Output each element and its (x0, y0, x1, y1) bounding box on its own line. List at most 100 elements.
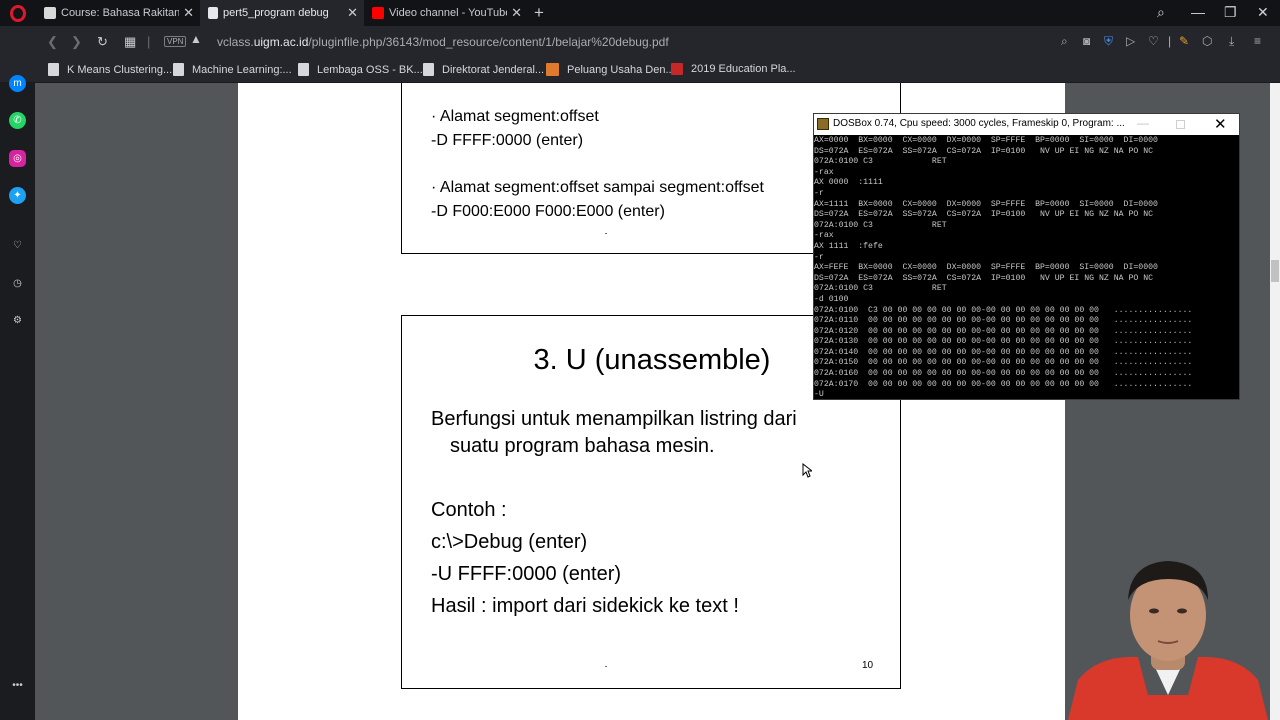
console-line: AX 1111 :fefe (814, 241, 883, 251)
mouse-cursor-icon (802, 463, 812, 478)
instagram-icon[interactable]: ◎ (9, 150, 26, 167)
bookmark-lembaga-oss[interactable]: Lembaga OSS - BK... (298, 63, 423, 76)
snapshot-icon[interactable]: ◙ (1083, 34, 1090, 48)
console-line: 072A:0150 00 00 00 00 00 00 00 00-00 00 … (814, 358, 1193, 368)
close-icon[interactable]: ✕ (511, 5, 522, 21)
download-icon[interactable]: ⤓ (1229, 34, 1234, 49)
slide-text: -D FFFF:0000 (enter) (431, 132, 584, 149)
new-tab-button[interactable]: + (534, 3, 544, 23)
slide-text: -D F000:E000 F000:E000 (enter) (431, 203, 665, 220)
console-line: 072A:0160 00 00 00 00 00 00 00 00-00 00 … (814, 369, 1193, 379)
console-line: DS=072A ES=072A SS=072A CS=072A IP=0100 … (814, 273, 1154, 283)
console-line: 072A:0140 00 00 00 00 00 00 00 00-00 00 … (814, 347, 1193, 357)
console-line: DS=072A ES=072A SS=072A CS=072A IP=0100 … (814, 210, 1154, 220)
youtube-icon (372, 7, 384, 19)
close-icon[interactable]: ✕ (347, 5, 358, 21)
moodle-icon (44, 7, 56, 19)
address-bar: ❮ ❯ ↻ ▦ | VPN ▲ vclass.uigm.ac.id/plugin… (0, 26, 1280, 57)
url-prefix: vclass. (217, 35, 254, 49)
dosbox-console[interactable]: AX=0000 BX=0000 CX=0000 DX=0000 SP=FFFE … (814, 135, 1239, 399)
console-line: AX 0000 :1111 (814, 178, 883, 188)
console-line: 072A:0120 00 00 00 00 00 00 00 00-00 00 … (814, 326, 1193, 336)
bookmarks-bar: K Means Clustering... Machine Learning:.… (0, 57, 1280, 83)
heart-icon[interactable]: ♡ (9, 237, 26, 254)
p-logo-icon (671, 63, 683, 75)
scrollbar-thumb[interactable] (1271, 260, 1279, 282)
browser-window: Course: Bahasa Rakitan (Ka ✕ pert5_progr… (0, 0, 1280, 720)
bookmark-label: K Means Clustering... (67, 63, 173, 76)
slide-text: Hasil : import dari sidekick ke text ! (431, 595, 739, 617)
console-line: AX=0000 BX=0000 CX=0000 DX=0000 SP=FFFE … (814, 136, 1158, 145)
tab-grid-icon[interactable]: ▦ (124, 34, 136, 50)
extension-icon[interactable]: ✎ (1179, 34, 1189, 48)
slide-text: Contoh : (431, 499, 507, 521)
bookmark-k-means[interactable]: K Means Clustering... (48, 63, 172, 76)
restore-button[interactable]: ❐ (1224, 4, 1237, 21)
forward-button[interactable]: ❯ (71, 34, 82, 50)
bookmark-2019-education[interactable]: 2019 Education Pla... (671, 63, 796, 75)
image-icon (546, 63, 559, 76)
console-line: 072A:0130 00 00 00 00 00 00 00 00-00 00 … (814, 337, 1193, 347)
send-icon[interactable]: ▷ (1126, 34, 1135, 48)
divider-dot (605, 666, 607, 667)
tab-label: pert5_program debug (223, 7, 329, 19)
bookmark-label: Peluang Usaha Den... (567, 63, 675, 76)
document-icon (208, 7, 218, 19)
bookmark-peluang-usaha[interactable]: Peluang Usaha Den... (546, 63, 675, 76)
maximize-button[interactable] (1176, 120, 1185, 129)
back-button[interactable]: ❮ (47, 34, 58, 50)
menu-icon[interactable]: ≡ (1254, 34, 1261, 48)
slide-text: Berfungsi untuk menampilkan listring dar… (431, 408, 797, 430)
tab-label: Video channel - YouTube S (389, 7, 507, 19)
bookmark-machine-learning[interactable]: Machine Learning:... (173, 63, 292, 76)
divider-dot (605, 233, 607, 234)
bookmark-label: Machine Learning:... (192, 63, 292, 76)
search-icon[interactable]: ⌕ (1061, 34, 1068, 49)
document-icon (173, 63, 184, 76)
console-line: 072A:0100 C3 RET (814, 157, 947, 167)
console-line: 072A:0110 00 00 00 00 00 00 00 00-00 00 … (814, 316, 1193, 326)
messenger-icon[interactable]: m (9, 75, 26, 92)
console-line: -r (814, 188, 824, 198)
tab-label: Course: Bahasa Rakitan (Ka (61, 7, 179, 19)
console-line: -U (814, 390, 824, 399)
url-field[interactable]: vclass.uigm.ac.id/pluginfile.php/36143/m… (217, 35, 669, 49)
url-domain: uigm.ac.id (253, 35, 309, 49)
console-line: -rax (814, 167, 834, 177)
webcam-presenter (1068, 561, 1268, 720)
shield-icon[interactable]: ⛨ (1104, 34, 1113, 49)
close-icon[interactable]: ✕ (183, 5, 194, 21)
more-icon[interactable]: ••• (9, 677, 26, 694)
vpn-badge[interactable]: VPN (164, 36, 187, 47)
close-button[interactable]: ✕ (1214, 115, 1227, 133)
reload-button[interactable]: ↻ (97, 34, 108, 50)
sidebar: m ✆ ◎ ✦ ♡ ◷ ⚙ ••• (0, 75, 35, 720)
warning-icon[interactable]: ▲ (190, 32, 202, 46)
dosbox-titlebar[interactable]: DOSBox 0.74, Cpu speed: 3000 cycles, Fra… (814, 114, 1239, 135)
console-line: -r (814, 252, 824, 262)
scrollbar[interactable] (1270, 83, 1280, 720)
whatsapp-icon[interactable]: ✆ (9, 112, 26, 129)
bookmark-direktorat[interactable]: Direktorat Jenderal... (423, 63, 544, 76)
cube-icon[interactable]: ⬡ (1202, 34, 1212, 48)
opera-logo-icon[interactable] (10, 5, 26, 22)
heart-icon[interactable]: ♡ (1148, 34, 1159, 48)
settings-icon[interactable]: ⚙ (9, 312, 26, 329)
tab-pert5-program-debug[interactable]: pert5_program debug ✕ (200, 0, 364, 26)
search-tabs-icon[interactable]: ⌕ (1157, 4, 1165, 21)
twitter-icon[interactable]: ✦ (9, 187, 26, 204)
minimize-button[interactable]: — (1137, 116, 1149, 130)
console-line: AX=1111 BX=0000 CX=0000 DX=0000 SP=FFFE … (814, 199, 1158, 209)
tab-course-bahasa-rakitan[interactable]: Course: Bahasa Rakitan (Ka ✕ (36, 0, 200, 26)
window-close-button[interactable]: ✕ (1257, 4, 1269, 21)
slide-text: suatu program bahasa mesin. (450, 435, 715, 457)
console-line: 072A:0100 C3 00 00 00 00 00 00 00-00 00 … (814, 305, 1193, 315)
history-icon[interactable]: ◷ (9, 275, 26, 292)
dosbox-window[interactable]: DOSBox 0.74, Cpu speed: 3000 cycles, Fra… (813, 113, 1240, 400)
dosbox-icon (817, 118, 829, 130)
console-line: -d 0100 (814, 294, 849, 304)
tab-youtube-video-channel[interactable]: Video channel - YouTube S ✕ (364, 0, 528, 26)
url-path: /pluginfile.php/36143/mod_resource/conte… (308, 35, 669, 49)
bookmark-label: 2019 Education Pla... (691, 63, 796, 75)
minimize-button[interactable]: — (1191, 4, 1205, 20)
